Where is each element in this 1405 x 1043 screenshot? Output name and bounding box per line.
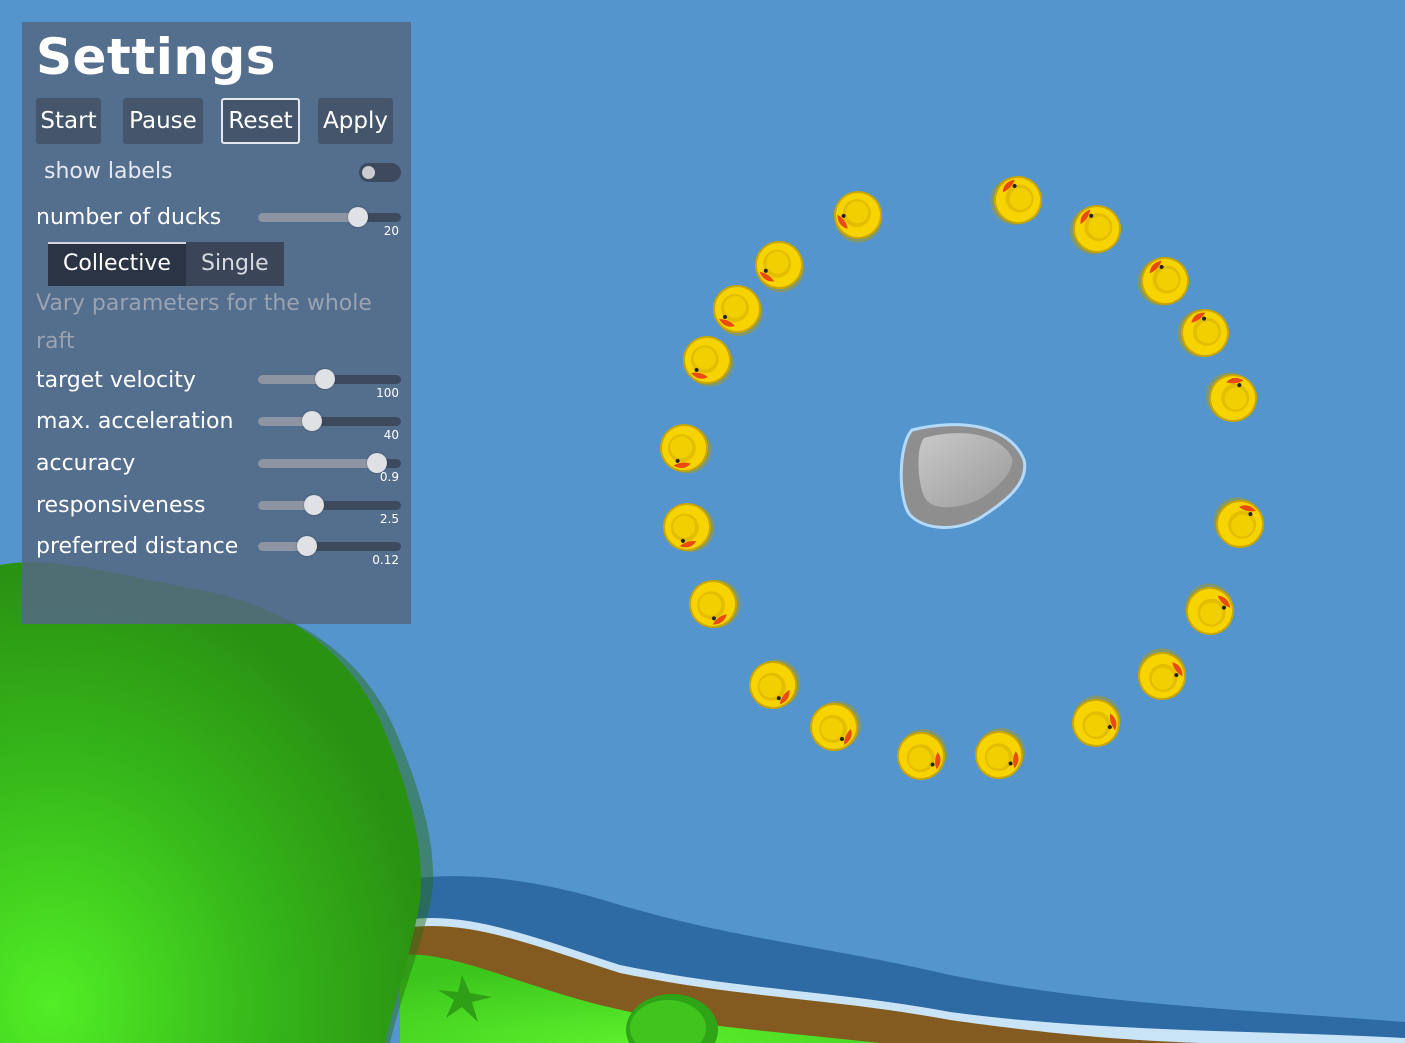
- preferred-distance-value: 0.12: [372, 553, 399, 567]
- toggle-knob: [362, 166, 375, 179]
- max-acceleration-slider[interactable]: [258, 411, 401, 431]
- preferred-distance-slider[interactable]: [258, 536, 401, 556]
- responsiveness-value: 2.5: [379, 512, 399, 526]
- number-of-ducks-slider[interactable]: [258, 207, 401, 227]
- slider-thumb[interactable]: [303, 495, 324, 515]
- accuracy-slider[interactable]: [258, 453, 401, 473]
- target-velocity-value: 100: [376, 386, 399, 400]
- slider-thumb[interactable]: [302, 411, 323, 431]
- pause-button[interactable]: Pause: [123, 98, 203, 144]
- param-label-responsiveness: responsiveness: [36, 493, 206, 518]
- start-button[interactable]: Start: [36, 98, 101, 144]
- target-velocity-slider[interactable]: [258, 369, 401, 389]
- settings-panel: Settings Start Pause Reset Apply show la…: [22, 22, 411, 624]
- slider-fill: [258, 213, 359, 222]
- settings-title: Settings: [36, 28, 277, 86]
- mode-tabs: Collective Single: [48, 242, 284, 286]
- number-of-ducks-value: 20: [383, 224, 399, 238]
- param-label-target-velocity: target velocity: [36, 368, 196, 393]
- slider-thumb[interactable]: [296, 536, 317, 556]
- param-label-preferred-distance: preferred distance: [36, 534, 239, 559]
- show-labels-toggle[interactable]: [359, 163, 401, 182]
- slider-thumb[interactable]: [315, 369, 336, 389]
- mode-description: Vary parameters for the whole raft: [36, 291, 372, 354]
- param-label-accuracy: accuracy: [36, 451, 136, 476]
- number-of-ducks-label: number of ducks: [36, 205, 222, 230]
- slider-fill: [258, 459, 377, 468]
- apply-button[interactable]: Apply: [318, 98, 393, 144]
- responsiveness-slider[interactable]: [258, 495, 401, 515]
- tab-collective[interactable]: Collective: [48, 242, 186, 286]
- show-labels-label: show labels: [44, 159, 173, 184]
- tab-single[interactable]: Single: [185, 242, 284, 286]
- max-acceleration-value: 40: [383, 428, 399, 442]
- param-label-max-acceleration: max. acceleration: [36, 409, 234, 434]
- slider-thumb[interactable]: [348, 207, 369, 227]
- reset-button[interactable]: Reset: [221, 98, 300, 144]
- accuracy-value: 0.9: [379, 470, 399, 484]
